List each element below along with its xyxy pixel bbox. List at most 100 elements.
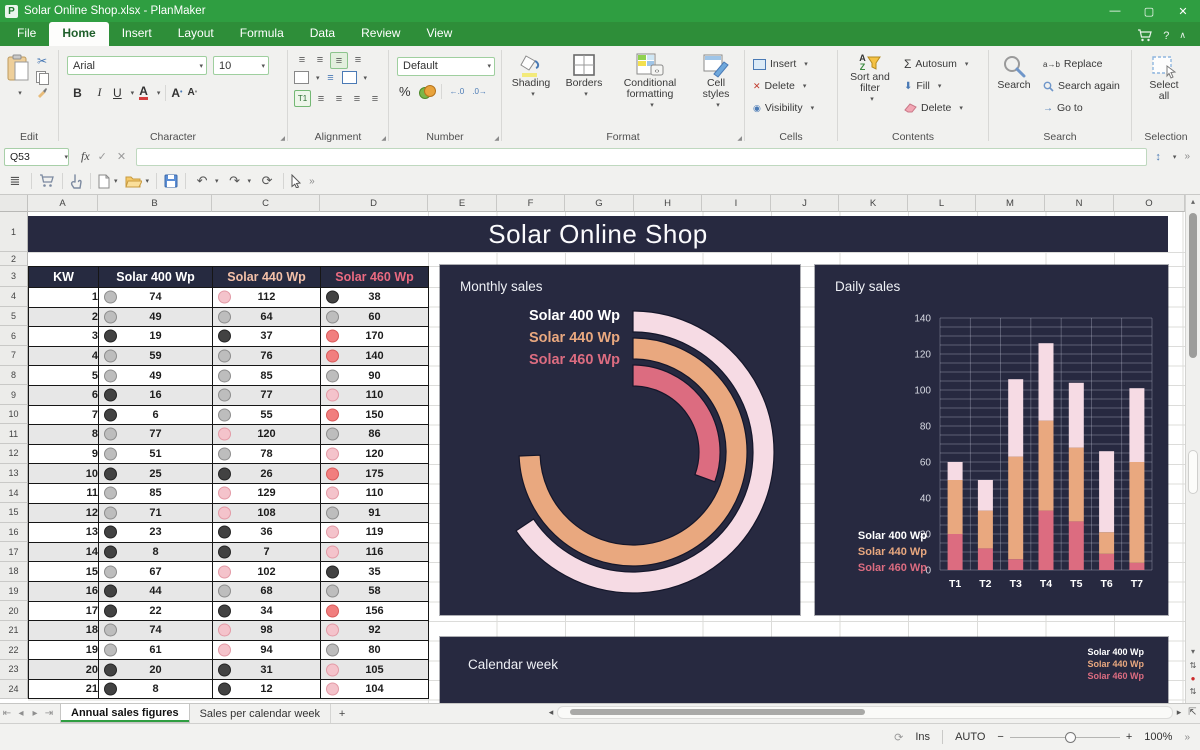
table-row[interactable]: 7655150 (29, 405, 429, 425)
cell-value[interactable]: 34 (213, 601, 321, 621)
table-row[interactable]: 21812104 (29, 679, 429, 699)
text-orientation-button[interactable]: T1 (294, 90, 311, 107)
object-mode-icon[interactable]: ⇱ (1186, 705, 1199, 720)
cell-kw[interactable]: 8 (29, 425, 99, 445)
cell-value[interactable]: 105 (321, 660, 429, 680)
insert-cells-button[interactable]: Insert▾ (753, 56, 814, 72)
sheet-tab-0[interactable]: Annual sales figures (60, 704, 190, 723)
align-middle-button[interactable]: ≡ (312, 52, 328, 67)
close-button[interactable]: ✕ (1166, 0, 1200, 22)
next-sheet-icon[interactable]: ▸ (28, 704, 42, 723)
expand-formula-bar-icon[interactable]: ↕ (1155, 151, 1161, 163)
scroll-up-icon[interactable]: ▴ (1186, 197, 1200, 206)
browse-prev-icon[interactable]: ⇅ (1186, 661, 1200, 670)
ribbon-tab-formula[interactable]: Formula (227, 22, 297, 46)
zoom-out-icon[interactable]: − (997, 731, 1003, 743)
column-header-L[interactable]: L (908, 195, 976, 212)
add-decimal-button[interactable]: ←.0 (450, 87, 465, 96)
row-header-11[interactable]: 11 (0, 424, 28, 444)
cell-value[interactable]: 8 (99, 679, 213, 699)
cell-kw[interactable]: 9 (29, 444, 99, 464)
cell-value[interactable]: 12 (213, 679, 321, 699)
select-all-button[interactable]: Select all (1144, 54, 1184, 102)
cell-value[interactable]: 120 (321, 444, 429, 464)
row-header-7[interactable]: 7 (0, 346, 28, 366)
scroll-left-icon[interactable]: ◂ (545, 707, 557, 718)
title-banner[interactable]: Solar Online Shop (28, 216, 1168, 252)
cell-value[interactable]: 110 (321, 483, 429, 503)
cell-value[interactable]: 140 (321, 346, 429, 366)
row-header-19[interactable]: 19 (0, 582, 28, 602)
cart-icon[interactable] (39, 174, 55, 188)
cell-kw[interactable]: 4 (29, 346, 99, 366)
help-icon[interactable]: ? (1163, 30, 1169, 42)
row-headers[interactable]: 123456789101112131415161718192021222324 (0, 212, 28, 703)
cell-value[interactable]: 74 (99, 288, 213, 308)
cell-value[interactable]: 37 (213, 327, 321, 347)
table-row[interactable]: 172234156 (29, 601, 429, 621)
cell-value[interactable]: 67 (99, 562, 213, 582)
cell-value[interactable]: 68 (213, 581, 321, 601)
cell-value[interactable]: 108 (213, 503, 321, 523)
cell-kw[interactable]: 6 (29, 385, 99, 405)
cell-value[interactable]: 20 (99, 660, 213, 680)
sales-table[interactable]: KW Solar 400 Wp Solar 440 Wp Solar 460 W… (28, 266, 429, 699)
table-row[interactable]: 16446858 (29, 581, 429, 601)
format-painter-icon[interactable] (36, 86, 48, 98)
cell-value[interactable]: 150 (321, 405, 429, 425)
table-row[interactable]: 45976140 (29, 346, 429, 366)
scroll-right-icon[interactable]: ▸ (1173, 707, 1185, 718)
cell-value[interactable]: 78 (213, 444, 321, 464)
save-icon[interactable] (164, 174, 178, 188)
wrap-text-button[interactable]: ≡ (323, 70, 339, 85)
cell-value[interactable]: 77 (99, 425, 213, 445)
row-header-22[interactable]: 22 (0, 641, 28, 661)
cell-value[interactable]: 92 (321, 621, 429, 641)
chevron-down-icon[interactable]: ▾ (146, 177, 150, 185)
insert-mode-indicator[interactable]: Ins (915, 731, 930, 743)
daily-sales-chart[interactable]: Daily sales 020406080100120140T1T2T3T4T5… (815, 265, 1168, 615)
sync-icon[interactable]: ⟳ (894, 731, 903, 744)
column-header-E[interactable]: E (428, 195, 497, 212)
pointer-icon[interactable] (291, 174, 302, 188)
cell-kw[interactable]: 14 (29, 542, 99, 562)
grow-font-button[interactable]: A• (171, 86, 182, 100)
paste-caret-icon[interactable]: ▾ (18, 90, 22, 97)
table-row[interactable]: 18749892 (29, 621, 429, 641)
cell-value[interactable]: 94 (213, 640, 321, 660)
cell-value[interactable]: 90 (321, 366, 429, 386)
zoom-knob[interactable] (1065, 732, 1076, 743)
table-row[interactable]: 87712086 (29, 425, 429, 445)
toolbar-more-icon[interactable]: » (309, 176, 315, 187)
cell-value[interactable]: 104 (321, 679, 429, 699)
row-header-2[interactable]: 2 (0, 252, 28, 266)
cell-value[interactable]: 58 (321, 581, 429, 601)
row-header-5[interactable]: 5 (0, 307, 28, 327)
border-box-button[interactable] (294, 71, 309, 84)
cell-reference-box[interactable]: Q53▾ (4, 148, 69, 166)
calendar-week-chart[interactable]: Calendar week Solar 400 WpSolar 440 WpSo… (440, 637, 1168, 703)
cell-styles-button[interactable]: Cell styles▾ (694, 52, 738, 111)
monthly-sales-chart[interactable]: Monthly sales Solar 400 WpSolar 440 WpSo… (440, 265, 800, 615)
cell-value[interactable]: 23 (99, 523, 213, 543)
row-header-21[interactable]: 21 (0, 621, 28, 641)
row-header-4[interactable]: 4 (0, 287, 28, 307)
collapse-ribbon-icon[interactable]: ∧ (1179, 30, 1186, 41)
vertical-scrollbar[interactable]: ▴ ▾ ⇅ ● ⇅ (1185, 195, 1200, 703)
cell-value[interactable]: 129 (213, 483, 321, 503)
calc-mode-indicator[interactable]: AUTO (955, 731, 985, 743)
cell-kw[interactable]: 2 (29, 307, 99, 327)
table-row[interactable]: 1487116 (29, 542, 429, 562)
formula-input[interactable] (136, 148, 1147, 166)
delete-cells-button[interactable]: ✕Delete▾ (753, 78, 814, 94)
row-header-16[interactable]: 16 (0, 523, 28, 543)
remove-decimal-button[interactable]: .0→ (472, 87, 487, 96)
cell-kw[interactable]: 3 (29, 327, 99, 347)
scroll-down-icon[interactable]: ▾ (1186, 647, 1200, 656)
cell-value[interactable]: 76 (213, 346, 321, 366)
new-document-icon[interactable] (98, 174, 110, 189)
borders-button[interactable]: Borders▾ (562, 52, 606, 100)
ribbon-tab-file[interactable]: File (4, 22, 49, 46)
percent-format-button[interactable]: % (399, 84, 411, 99)
refresh-icon[interactable]: ⟳ (258, 172, 276, 190)
